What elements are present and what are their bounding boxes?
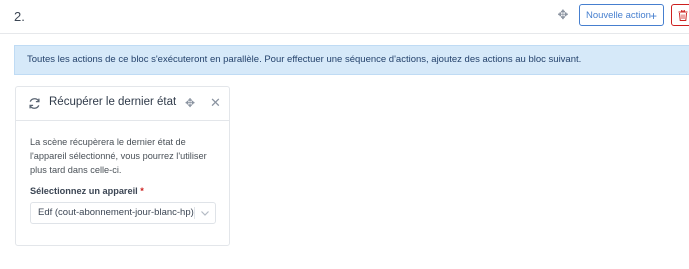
action-card-description: La scène récupèrera le dernier état de l…	[30, 137, 207, 175]
block-number: 2.	[14, 9, 25, 24]
device-select-value: Edf (cout-abonnement-jour-blanc-hp)	[38, 207, 194, 218]
action-card-get-last-state: Récupérer le dernier état ✥ ✕ La scène r…	[15, 86, 230, 246]
action-card-header: Récupérer le dernier état ✥ ✕	[16, 87, 229, 121]
select-divider	[194, 207, 195, 219]
required-marker: *	[140, 186, 144, 196]
trash-icon	[678, 10, 688, 21]
parallel-actions-info-alert: Toutes les actions de ce bloc s'exécuter…	[14, 45, 689, 75]
move-icon[interactable]: ✥	[556, 8, 570, 22]
new-action-label: Nouvelle action	[586, 10, 651, 21]
new-action-button[interactable]: Nouvelle action +	[579, 4, 664, 26]
action-block-header: 2. ✥ Nouvelle action +	[0, 0, 689, 34]
alert-text: Toutes les actions de ce bloc s'exécuter…	[27, 54, 582, 65]
refresh-icon	[29, 98, 40, 109]
close-icon[interactable]: ✕	[210, 96, 221, 109]
device-select[interactable]: Edf (cout-abonnement-jour-blanc-hp)	[30, 202, 216, 224]
action-card-title: Récupérer le dernier état	[49, 96, 177, 108]
card-move-icon[interactable]: ✥	[185, 97, 197, 109]
plus-icon: +	[649, 9, 657, 23]
device-select-label: Sélectionnez un appareil *	[30, 186, 144, 196]
chevron-down-icon[interactable]	[200, 208, 210, 218]
device-select-label-text: Sélectionnez un appareil	[30, 186, 138, 196]
delete-block-button[interactable]	[671, 4, 689, 26]
